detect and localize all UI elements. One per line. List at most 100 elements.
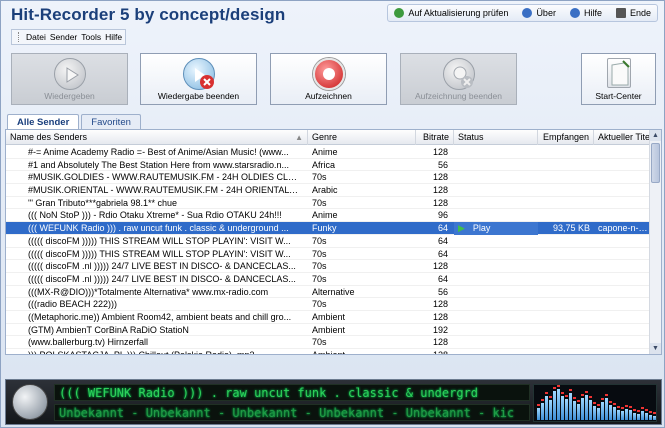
exit-link[interactable]: Ende [615, 8, 651, 18]
table-row[interactable]: (((MX-R@DIO)))*Totalmente Alternativa* w… [6, 286, 651, 299]
current-title-cell [594, 273, 651, 286]
play-button[interactable]: Wiedergeben [11, 53, 128, 105]
table-row[interactable]: (www.ballerburg.tv) Hirnzerfall 70s 128 [6, 336, 651, 349]
current-title-cell [594, 349, 651, 354]
menu-help[interactable]: Hilfe [105, 32, 122, 42]
bitrate-cell: 128 [432, 172, 448, 183]
spectrum-peak [637, 410, 640, 412]
spectrum-bar [637, 414, 640, 420]
received-cell [538, 146, 594, 159]
spectrum-peak [593, 402, 596, 404]
spectrum-peak [601, 398, 604, 400]
table-row[interactable]: (GTM) AmbienT CorBinA RaDiO StatioN Ambie… [6, 324, 651, 337]
table-row[interactable]: #1 and Absolutely The Best Station Here … [6, 159, 651, 172]
table-row[interactable]: ))) POLSKASTACJA .PL ))) Chillout (Polsk… [6, 349, 651, 355]
station-name-cell: ((((( discoFM .nl ))))) 24/7 LIVE BEST I… [28, 261, 296, 272]
check-updates-link[interactable]: Auf Aktualisierung prüfen [394, 8, 508, 18]
table-row[interactable]: ((((( discoFM .nl ))))) 24/7 LIVE BEST I… [6, 260, 651, 273]
help-link[interactable]: Hilfe [569, 8, 602, 18]
spectrum-peak [613, 403, 616, 405]
status-cell [454, 298, 538, 311]
received-cell [538, 184, 594, 197]
table-row[interactable]: #-= Anime Academy Radio =- Best of Anime… [6, 146, 651, 159]
current-title-cell [594, 197, 651, 210]
genre-cell: 70s [312, 299, 327, 310]
station-name-cell: (((MX-R@DIO)))*Totalmente Alternativa* w… [28, 286, 269, 297]
column-header-name[interactable]: Name des Senders ▲ [6, 130, 308, 145]
bitrate-cell: 128 [432, 185, 448, 196]
column-header-title[interactable]: Aktueller Tite [594, 130, 651, 145]
station-name-cell: (www.ballerburg.tv) Hirnzerfall [28, 337, 149, 348]
received-cell [538, 260, 594, 273]
column-header-received[interactable]: Empfangen [538, 130, 594, 145]
vertical-scrollbar[interactable]: ▲ ▼ [649, 130, 661, 354]
table-row[interactable]: ((Metaphoric.me)) Ambient Room42, ambien… [6, 311, 651, 324]
menu-file[interactable]: Datei [26, 32, 46, 42]
table-row[interactable]: ((((( discoFM ))))) THIS STREAM WILL STO… [6, 248, 651, 261]
genre-cell: 70s [312, 197, 327, 208]
spectrum-bar [557, 389, 560, 420]
spectrum-peak [621, 407, 624, 409]
menu-tools[interactable]: Tools [81, 32, 101, 42]
column-header-bitrate[interactable]: Bitrate [416, 130, 454, 145]
scroll-up-icon[interactable]: ▲ [650, 130, 661, 141]
record-button[interactable]: Aufzeichnen [270, 53, 387, 105]
help-icon [569, 8, 580, 18]
menu-station[interactable]: Sender [50, 32, 77, 42]
tab-favorites[interactable]: Favoriten [81, 114, 141, 130]
spectrum-bar [565, 399, 568, 420]
current-title-cell [594, 184, 651, 197]
app-title: Hit-Recorder 5 by concept/design [11, 5, 286, 24]
station-name-cell: ))) POLSKASTACJA .PL ))) Chillout (Polsk… [28, 350, 255, 355]
received-cell [538, 209, 594, 222]
player-panel: ((( WEFUNK Radio ))) . raw uncut funk . … [5, 379, 662, 425]
tab-all-stations[interactable]: Alle Sender [7, 114, 80, 130]
column-header-genre[interactable]: Genre [308, 130, 416, 145]
station-name-cell: #MUSIK.ORIENTAL - WWW.RAUTEMUSIK.FM - 24… [28, 185, 304, 196]
table-row[interactable]: #MUSIK.ORIENTAL - WWW.RAUTEMUSIK.FM - 24… [6, 184, 651, 197]
stop-recording-button[interactable]: Aufzeichnung beenden [400, 53, 517, 105]
table-row[interactable]: ((((( discoFM .nl ))))) 24/7 LIVE BEST I… [6, 273, 651, 286]
genre-cell: 70s [312, 235, 327, 246]
table-row[interactable]: #MUSIK.GOLDIES - WWW.RAUTEMUSIK.FM - 24H… [6, 171, 651, 185]
start-center-label: Start-Center [595, 91, 642, 101]
column-header-status[interactable]: Status [454, 130, 538, 145]
genre-cell: Ambient [312, 311, 346, 322]
status-cell [454, 184, 538, 197]
top-links-bar: Auf Aktualisierung prüfen Über Hilfe End… [387, 4, 658, 22]
spectrum-peak [541, 399, 544, 401]
spectrum-peak [645, 409, 648, 411]
now-playing-station: ((( WEFUNK Radio ))) . raw uncut funk . … [54, 384, 530, 401]
table-row[interactable]: ((( WEFUNK Radio ))) . raw uncut funk . … [6, 222, 651, 235]
menu-grip-icon [18, 32, 20, 42]
stop-playback-button[interactable]: Wiedergabe beenden [140, 53, 257, 105]
scroll-down-icon[interactable]: ▼ [650, 343, 661, 354]
station-tabs: Alle Sender Favoriten [7, 114, 143, 130]
table-row[interactable]: '" Gran Tributo***gabriela 98.1** chue 70… [6, 197, 651, 210]
spectrum-bar [645, 413, 648, 420]
scroll-thumb[interactable] [651, 143, 660, 183]
update-icon [394, 8, 405, 18]
spectrum-bar [537, 408, 540, 420]
table-row[interactable]: ((( NoN StoP ))) - Rdio Otaku Xtreme* - … [6, 209, 651, 223]
start-center-icon [606, 58, 631, 88]
station-name-cell: '" Gran Tributo***gabriela 98.1** chue [28, 197, 178, 208]
bitrate-cell: 128 [432, 197, 448, 208]
status-cell [454, 286, 538, 299]
current-title-cell [594, 298, 651, 311]
spectrum-bar [573, 401, 576, 420]
volume-knob[interactable] [12, 384, 48, 420]
genre-cell: 70s [312, 337, 327, 348]
play-icon [53, 58, 86, 90]
bitrate-cell: 64 [437, 235, 448, 246]
app-window: Hit-Recorder 5 by concept/design Auf Akt… [0, 0, 665, 428]
spectrum-bar [549, 400, 552, 420]
start-center-button[interactable]: Start-Center [581, 53, 656, 105]
table-row[interactable]: (((radio BEACH 222))) 70s 128 [6, 298, 651, 311]
station-name-cell: ((((( discoFM .nl ))))) 24/7 LIVE BEST I… [28, 273, 296, 284]
table-row[interactable]: ((((( discoFM ))))) THIS STREAM WILL STO… [6, 235, 651, 248]
current-title-cell [594, 159, 651, 172]
genre-cell: Alternative [312, 286, 355, 297]
station-name-cell: (((radio BEACH 222))) [28, 299, 118, 310]
about-link[interactable]: Über [522, 8, 556, 18]
